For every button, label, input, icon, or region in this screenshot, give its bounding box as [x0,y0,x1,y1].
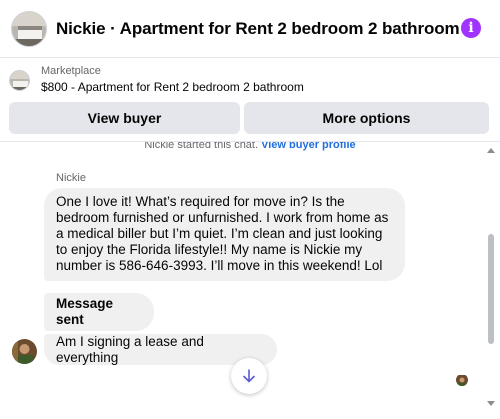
listing-thumbnail[interactable] [11,10,47,47]
seen-avatar [456,374,468,386]
conversation-header: Nickie · Apartment for Rent 2 bedroom 2 … [0,0,500,58]
system-note: Nickie started this chat. View buyer pro… [0,142,500,151]
listing-thumbnail-small [9,69,30,91]
user-avatar[interactable] [12,339,37,364]
info-icon[interactable]: i [461,18,481,38]
message-bubble[interactable]: Message sent [44,293,154,331]
system-note-text: Nickie started this chat. [144,142,259,151]
conversation-title: Nickie · Apartment for Rent 2 bedroom 2 … [56,18,460,38]
sender-name: Nickie [56,172,86,184]
more-options-button[interactable]: More options [244,102,489,134]
arrow-down-icon [243,369,255,383]
message-bubble[interactable]: One I love it! What’s required for move … [44,188,405,281]
listing-source: Marketplace [41,65,101,77]
scroll-up-arrow-icon[interactable] [486,146,496,154]
view-buyer-profile-link[interactable]: View buyer profile [261,142,356,151]
listing-summary[interactable]: Marketplace $800 - Apartment for Rent 2 … [0,59,500,101]
scroll-down-arrow-icon[interactable] [486,400,496,408]
view-buyer-button[interactable]: View buyer [9,102,240,134]
scroll-to-bottom-button[interactable] [231,358,267,394]
scrollbar-thumb[interactable] [488,234,494,344]
chat-thread: Nickie started this chat. View buyer pro… [0,142,500,419]
listing-title: $800 - Apartment for Rent 2 bedroom 2 ba… [41,80,304,94]
